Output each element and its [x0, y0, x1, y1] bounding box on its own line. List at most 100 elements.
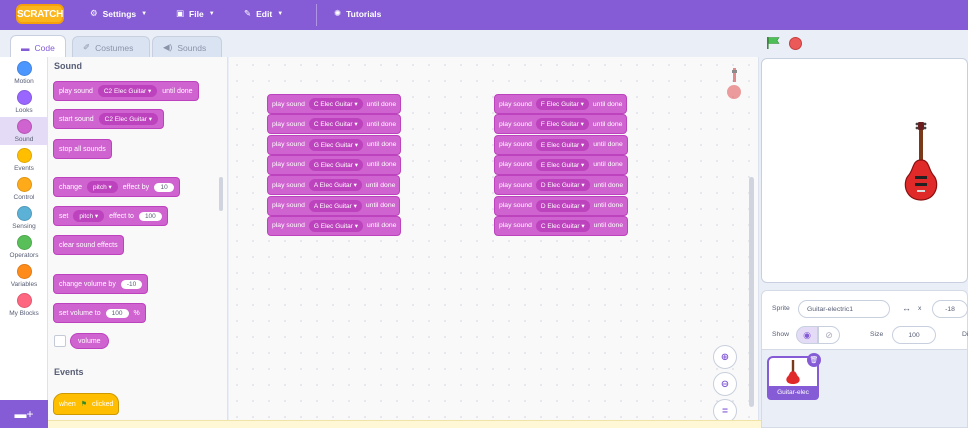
sound-dropdown[interactable]: D Elec Guitar ▾	[535, 179, 590, 192]
sound-dropdown[interactable]: A Elec Guitar ▾	[308, 199, 362, 212]
size-input[interactable]: 100	[892, 326, 936, 344]
block-change-volume[interactable]: change volume by -10	[53, 274, 149, 294]
block-play-sound-until-done[interactable]: play sound G Elec Guitar ▾ until done	[267, 215, 402, 236]
caret-down-icon: ▼	[141, 10, 148, 17]
block-play-sound-until-done[interactable]: play sound D Elec Guitar ▾ until done	[494, 175, 629, 196]
zoom-in-button[interactable]: ⊕	[713, 345, 737, 369]
block-play-sound-until-done[interactable]: play sound F Elec Guitar ▾ until done	[494, 94, 628, 114]
sound-dropdown[interactable]: D Elec Guitar ▾	[535, 199, 590, 212]
sound-dropdown[interactable]: C Elec Guitar ▾	[308, 98, 363, 110]
block-palette: Sound play sound C2 Elec Guitar ▾ until …	[48, 57, 228, 428]
add-extension-button[interactable]: ▬+	[0, 400, 48, 428]
sprite-guitar-icon	[727, 68, 741, 99]
zoom-in-icon: ⊕	[720, 351, 730, 363]
sound-dropdown[interactable]: C Elec Guitar ▾	[535, 219, 590, 232]
guitar-sprite[interactable]	[902, 120, 940, 202]
green-flag-button[interactable]	[766, 36, 780, 50]
sound-dropdown[interactable]: G Elec Guitar ▾	[308, 138, 363, 151]
effect-value-input[interactable]: 10	[154, 182, 175, 192]
sprite-name-input[interactable]: Guitar-electric1	[798, 300, 890, 318]
speaker-icon: ◀)	[163, 42, 173, 52]
code-icon: ▬	[21, 42, 30, 53]
workspace-scrollbar[interactable]	[749, 177, 754, 407]
category-my-blocks[interactable]: My Blocks	[0, 293, 48, 317]
edit-menu[interactable]: ✎ Edit ▼	[244, 8, 283, 19]
block-set-effect[interactable]: set pitch ▾ effect to 100	[53, 206, 168, 226]
sound-dropdown[interactable]: E Elec Guitar ▾	[535, 138, 590, 151]
block-when-flag-clicked[interactable]: when ⚑ clicked	[53, 393, 120, 415]
volume-value-input[interactable]: 100	[105, 308, 129, 318]
sound-dropdown[interactable]: C2 Elec Guitar ▾	[97, 85, 158, 97]
sound-dropdown[interactable]: G Elec Guitar ▾	[308, 219, 363, 232]
category-sound[interactable]: Sound	[0, 117, 48, 145]
block-set-volume[interactable]: set volume to 100 %	[53, 303, 146, 323]
sound-heading: Sound	[54, 61, 82, 71]
show-hidden-button[interactable]: ⊘	[818, 326, 840, 344]
tab-sounds[interactable]: ◀) Sounds	[152, 36, 222, 58]
volume-monitor-checkbox[interactable]	[54, 335, 66, 347]
sound-dropdown[interactable]: A Elec Guitar ▾	[308, 179, 362, 192]
sound-dropdown[interactable]: C2 Elec Guitar ▾	[98, 113, 158, 125]
delete-sprite-button[interactable]: 🗑	[807, 353, 821, 367]
caret-down-icon: ▼	[208, 10, 215, 17]
block-start-sound[interactable]: start sound C2 Elec Guitar ▾	[53, 109, 164, 129]
block-play-sound-until-done[interactable]: play sound G Elec Guitar ▾ until done	[267, 134, 402, 155]
sound-dropdown[interactable]: F Elec Guitar ▾	[535, 98, 589, 110]
zoom-out-button[interactable]: ⊖	[713, 372, 737, 396]
sound-dropdown[interactable]: C Elec Guitar ▾	[308, 118, 363, 131]
block-play-sound-until-done[interactable]: play sound C Elec Guitar ▾ until done	[267, 94, 402, 114]
settings-menu[interactable]: ⚙ Settings ▼	[90, 8, 147, 19]
caret-down-icon: ▼	[277, 10, 284, 17]
eye-icon: ◉	[803, 329, 811, 340]
extension-icon: ▬+	[14, 407, 34, 421]
category-events[interactable]: Events	[0, 148, 48, 172]
block-stop-all-sounds[interactable]: stop all sounds	[53, 139, 112, 159]
category-control[interactable]: Control	[0, 177, 48, 201]
script-workspace[interactable]: play sound C Elec Guitar ▾ until done play …	[229, 57, 759, 428]
block-play-sound-until-done[interactable]: play sound C2 Elec Guitar ▾ until done	[53, 81, 199, 101]
block-play-sound-until-done[interactable]: play sound D Elec Guitar ▾ until done	[494, 195, 629, 216]
lightbulb-icon: ✺	[334, 8, 342, 18]
block-play-sound-until-done[interactable]: play sound E Elec Guitar ▾ until done	[494, 154, 628, 175]
size-label: Size	[870, 331, 884, 338]
tutorials-menu[interactable]: ✺ Tutorials	[334, 8, 381, 19]
x-arrows-icon: ↔	[902, 303, 911, 313]
zoom-out-icon: ⊖	[720, 378, 730, 390]
block-play-sound-until-done[interactable]: play sound F Elec Guitar ▾ until done	[494, 114, 628, 135]
category-operators[interactable]: Operators	[0, 235, 48, 259]
x-position-input[interactable]: -18	[932, 300, 968, 318]
block-play-sound-until-done[interactable]: play sound C Elec Guitar ▾ until done	[267, 114, 402, 135]
stop-button[interactable]	[789, 37, 802, 50]
my-blocks-dot-icon	[16, 293, 32, 308]
effect-dropdown[interactable]: pitch ▾	[73, 210, 105, 222]
block-play-sound-until-done[interactable]: play sound G Elec Guitar ▾ until done	[267, 154, 402, 175]
direction-label: Di	[962, 331, 968, 338]
block-play-sound-until-done[interactable]: play sound E Elec Guitar ▾ until done	[494, 134, 628, 155]
palette-scrollbar[interactable]	[219, 177, 223, 211]
file-menu[interactable]: ▣ File ▼	[176, 8, 215, 19]
block-play-sound-until-done[interactable]: play sound A Elec Guitar ▾ until done	[267, 195, 401, 216]
category-motion[interactable]: Motion	[0, 61, 48, 85]
globe-icon: ⚙	[90, 8, 98, 18]
block-volume-reporter[interactable]: volume	[70, 333, 109, 349]
show-visible-button[interactable]: ◉	[796, 326, 818, 344]
sound-dropdown[interactable]: E Elec Guitar ▾	[535, 158, 590, 171]
volume-change-input[interactable]: -10	[120, 279, 143, 289]
menu-divider	[316, 4, 317, 26]
category-looks[interactable]: Looks	[0, 90, 48, 114]
effect-dropdown[interactable]: pitch ▾	[86, 181, 118, 193]
sound-dropdown[interactable]: F Elec Guitar ▾	[535, 118, 589, 131]
block-clear-sound-effects[interactable]: clear sound effects	[53, 235, 124, 255]
block-play-sound-until-done[interactable]: play sound C Elec Guitar ▾ until done	[494, 215, 629, 236]
scratch-logo[interactable]: SCRATCH	[16, 4, 64, 24]
variables-dot-icon	[16, 264, 32, 279]
tab-costumes[interactable]: ✐ Costumes	[72, 36, 150, 58]
sound-dropdown[interactable]: G Elec Guitar ▾	[308, 158, 363, 171]
category-sensing[interactable]: Sensing	[0, 206, 48, 230]
category-variables[interactable]: Variables	[0, 264, 48, 288]
effect-value-input[interactable]: 100	[138, 211, 162, 221]
block-change-effect[interactable]: change pitch ▾ effect by 10	[53, 177, 181, 197]
block-play-sound-until-done[interactable]: play sound A Elec Guitar ▾ until done	[267, 175, 401, 196]
tab-code[interactable]: ▬ Code	[10, 35, 66, 59]
file-icon: ▣	[176, 8, 185, 18]
